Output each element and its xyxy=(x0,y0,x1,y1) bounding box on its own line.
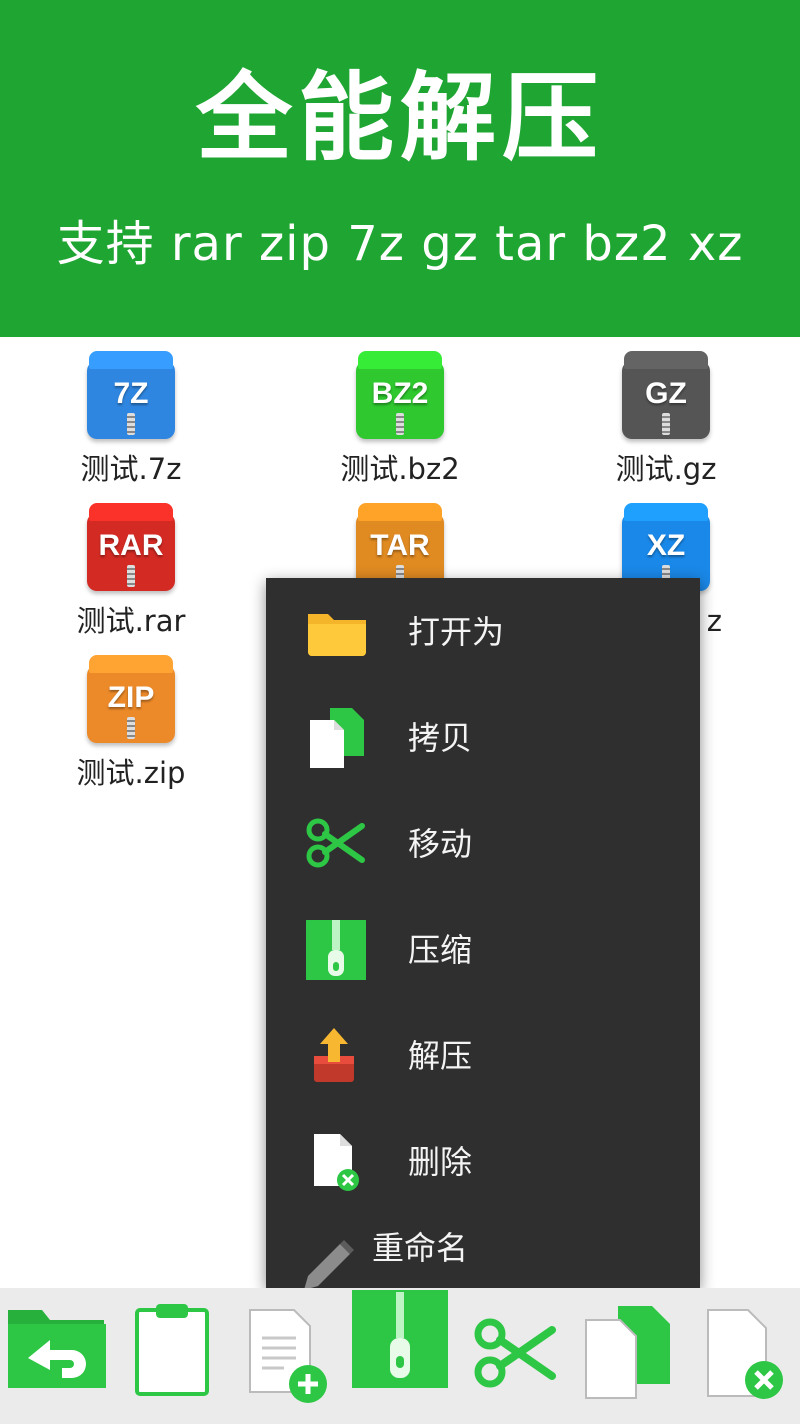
archive-badge: 7Z xyxy=(113,377,149,410)
paste-button[interactable] xyxy=(134,1288,210,1424)
file-item-tar[interactable]: TAR xyxy=(300,489,500,591)
menu-item-label: 打开为 xyxy=(408,613,505,651)
archive-badge: XZ xyxy=(646,529,686,562)
copy-button[interactable] xyxy=(582,1288,674,1424)
delete-file-icon xyxy=(707,1309,783,1399)
file-item-gz[interactable]: GZ 测试.gz xyxy=(566,337,766,489)
file-name: 测试.7z xyxy=(80,452,182,486)
compress-archive-button[interactable] xyxy=(352,1288,448,1424)
menu-item-rename[interactable]: 重命名 xyxy=(266,1214,700,1288)
file-item-7z[interactable]: 7Z 测试.7z xyxy=(31,337,231,489)
copy-files-icon xyxy=(585,1306,670,1399)
context-menu: 打开为 拷贝 移动 压缩 解压 删除 重命名 xyxy=(266,578,700,1288)
file-name: 测试.rar xyxy=(76,604,186,638)
archive-compress-icon xyxy=(352,1290,448,1388)
archive-7z-icon: 7Z xyxy=(87,351,175,439)
archive-bz2-icon: BZ2 xyxy=(356,351,444,439)
archive-gz-icon: GZ xyxy=(622,351,710,439)
menu-item-move[interactable]: 移动 xyxy=(266,790,700,896)
file-name: 测试.zip xyxy=(76,756,186,790)
menu-item-label: 解压 xyxy=(408,1037,473,1075)
cut-icon xyxy=(474,1318,556,1388)
menu-item-label: 压缩 xyxy=(408,931,473,969)
new-file-button[interactable] xyxy=(246,1288,332,1424)
back-folder-button[interactable] xyxy=(6,1288,108,1424)
app-banner: 全能解压 支持 rar zip 7z gz tar bz2 xz xyxy=(0,0,800,337)
scissors-icon xyxy=(304,814,370,874)
menu-item-label: 拷贝 xyxy=(408,719,473,757)
compress-icon xyxy=(304,918,370,982)
menu-item-label: 重命名 xyxy=(372,1229,469,1267)
menu-item-copy[interactable]: 拷贝 xyxy=(266,684,700,790)
menu-item-open-as[interactable]: 打开为 xyxy=(266,578,700,684)
archive-badge: RAR xyxy=(98,529,164,562)
delete-file-icon xyxy=(304,1132,370,1192)
file-name: 测试.gz xyxy=(615,452,717,486)
delete-button[interactable] xyxy=(702,1288,792,1424)
folder-icon xyxy=(304,602,370,662)
archive-badge: BZ2 xyxy=(371,377,429,410)
bottom-toolbar xyxy=(0,1288,800,1424)
back-folder-icon xyxy=(8,1310,106,1388)
menu-item-extract[interactable]: 解压 xyxy=(266,1002,700,1108)
archive-badge: TAR xyxy=(370,529,430,562)
rename-pencil-icon xyxy=(296,1238,362,1288)
file-item-bz2[interactable]: BZ2 测试.bz2 xyxy=(300,337,500,489)
banner-subtitle: 支持 rar zip 7z gz tar bz2 xz xyxy=(56,216,744,272)
archive-badge: GZ xyxy=(645,377,687,410)
archive-badge: ZIP xyxy=(107,681,155,714)
new-file-icon xyxy=(249,1309,327,1403)
archive-zip-icon: ZIP xyxy=(87,655,175,743)
file-item-rar[interactable]: RAR 测试.rar xyxy=(31,489,231,641)
menu-item-label: 删除 xyxy=(408,1143,473,1181)
clipboard-paste-icon xyxy=(135,1304,209,1396)
file-name: 测试.bz2 xyxy=(340,452,460,486)
banner-title: 全能解压 xyxy=(196,62,604,174)
archive-rar-icon: RAR xyxy=(87,503,175,591)
menu-item-compress[interactable]: 压缩 xyxy=(266,896,700,1002)
file-item-zip[interactable]: ZIP 测试.zip xyxy=(31,641,231,793)
menu-item-delete[interactable]: 删除 xyxy=(266,1108,700,1214)
copy-icon xyxy=(304,708,370,768)
extract-icon xyxy=(304,1026,370,1086)
cut-button[interactable] xyxy=(472,1288,556,1424)
menu-item-label: 移动 xyxy=(408,825,473,863)
